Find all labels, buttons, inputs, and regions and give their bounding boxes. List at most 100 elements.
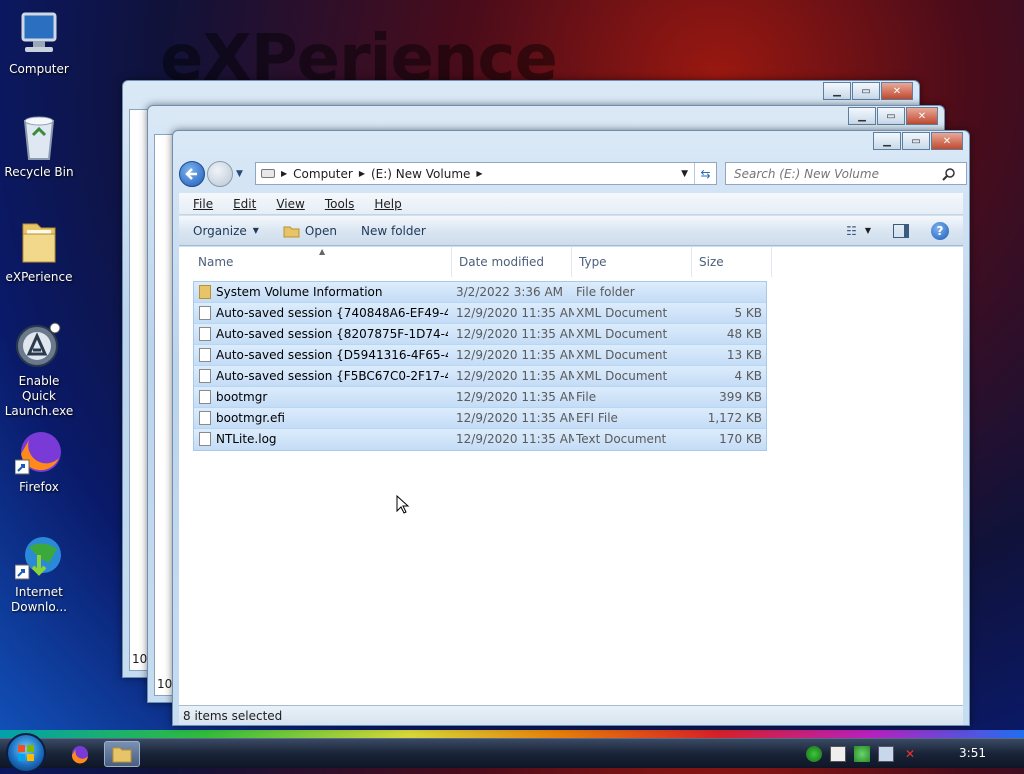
organize-label: Organize (193, 223, 247, 238)
network-globe-icon[interactable] (806, 746, 822, 762)
text-file-icon (199, 432, 211, 446)
forward-button[interactable] (207, 161, 233, 187)
desktop-icon-recycle-bin[interactable]: Recycle Bin (0, 113, 78, 180)
desktop-icon-label: Enable Quick Launch.exe (4, 374, 74, 418)
firefox-icon (71, 746, 88, 764)
views-dropdown-icon[interactable]: ▼ (865, 226, 871, 235)
shield-icon[interactable] (854, 746, 870, 762)
file-row[interactable]: Auto-saved session {D5941316-4F65-4993..… (194, 345, 766, 366)
minimize-button[interactable]: ▁ (848, 107, 876, 125)
file-icon (199, 390, 211, 404)
document-icon[interactable] (830, 746, 846, 762)
xml-file-icon (199, 369, 211, 383)
file-date: 3/2/2022 3:36 AM (456, 285, 564, 299)
column-date[interactable]: Date modified (459, 255, 544, 269)
menu-tools[interactable]: Tools (325, 197, 355, 211)
close-button[interactable]: ✕ (906, 107, 938, 125)
breadcrumb-separator-icon[interactable]: ▶ (476, 169, 482, 178)
desktop-icon-enable-quick-launch[interactable]: Enable Quick Launch.exe (0, 322, 78, 419)
file-type: File folder (576, 285, 635, 299)
column-size[interactable]: Size (699, 255, 724, 269)
desktop-icon-computer[interactable]: Computer (0, 10, 78, 77)
file-row[interactable]: Auto-saved session {F5BC67C0-2F17-49A...… (194, 366, 766, 387)
file-row[interactable]: Auto-saved session {740848A6-EF49-429E..… (194, 303, 766, 324)
minimize-button[interactable]: ▁ (823, 82, 851, 100)
chevron-down-icon: ▼ (252, 226, 259, 235)
file-icon (199, 411, 211, 425)
breadcrumb-computer[interactable]: Computer (293, 167, 353, 181)
close-button[interactable]: ✕ (931, 132, 963, 150)
file-type: File (576, 390, 597, 404)
search-box[interactable] (725, 162, 967, 185)
taskbar-explorer[interactable] (104, 741, 140, 767)
help-icon[interactable]: ? (931, 221, 949, 240)
file-row[interactable]: System Volume Information 3/2/2022 3:36 … (194, 282, 766, 303)
breadcrumb-separator-icon[interactable]: ▶ (359, 169, 365, 178)
drive-icon (261, 169, 275, 178)
file-name: Auto-saved session {D5941316-4F65-4993..… (216, 348, 448, 362)
file-name: Auto-saved session {740848A6-EF49-429E..… (216, 306, 448, 320)
taskbar-firefox[interactable] (62, 741, 98, 767)
volume-muted-icon[interactable]: ✕ (902, 746, 918, 762)
menu-help[interactable]: Help (374, 197, 401, 211)
address-dropdown-icon[interactable]: ▼ (681, 169, 688, 179)
file-type: XML Document (576, 327, 668, 341)
file-type: Text Document (576, 432, 667, 446)
file-row[interactable]: Auto-saved session {8207875F-1D74-4AC...… (194, 324, 766, 345)
views-icon[interactable]: ☷ (846, 224, 857, 238)
file-date: 12/9/2020 11:35 AM (456, 348, 574, 362)
open-button[interactable]: Open (271, 224, 349, 238)
file-rows: System Volume Information 3/2/2022 3:36 … (193, 281, 767, 451)
maximize-button[interactable]: ▭ (902, 132, 930, 150)
firefox-icon (14, 428, 63, 476)
menu-edit[interactable]: Edit (233, 197, 256, 211)
maximize-button[interactable]: ▭ (852, 82, 880, 100)
preview-pane-icon[interactable] (893, 223, 909, 238)
windows-logo-icon (18, 745, 34, 761)
start-button[interactable] (6, 733, 46, 773)
file-name: NTLite.log (216, 432, 277, 446)
status-text: 10 (157, 677, 173, 691)
column-type[interactable]: Type (579, 255, 607, 269)
file-size: 5 KB (734, 306, 762, 320)
xml-file-icon (199, 327, 211, 341)
sort-arrow-icon: ▲ (319, 247, 326, 256)
desktop-icon-firefox[interactable]: Firefox (0, 428, 78, 495)
new-folder-label: New folder (360, 223, 426, 238)
status-bar: 8 items selected (179, 705, 963, 725)
mouse-cursor-icon (396, 495, 410, 514)
file-row[interactable]: bootmgr.efi 12/9/2020 11:35 AM EFI File … (194, 408, 766, 429)
organize-button[interactable]: Organize ▼ (179, 224, 271, 238)
back-button[interactable] (179, 161, 205, 187)
folder-icon (15, 218, 63, 266)
desktop-icon-label: Firefox (19, 480, 59, 494)
search-input[interactable] (732, 165, 942, 182)
menu-file[interactable]: File (193, 197, 213, 211)
explorer-window[interactable]: ▁ ▭ ✕ ▼ ▶ Computer ▶ (E:) New Volume ▶ ▼… (172, 130, 970, 726)
status-text: 10 (132, 652, 148, 666)
breadcrumb-volume[interactable]: (E:) New Volume (371, 167, 470, 181)
column-name[interactable]: Name (198, 255, 233, 269)
file-name: bootmgr (216, 390, 268, 404)
file-date: 12/9/2020 11:35 AM (456, 306, 574, 320)
file-row[interactable]: NTLite.log 12/9/2020 11:35 AM Text Docum… (194, 429, 766, 450)
minimize-button[interactable]: ▁ (873, 132, 901, 150)
network-icon[interactable] (878, 746, 894, 762)
clock[interactable]: 3:51 (959, 746, 986, 760)
refresh-icon[interactable]: ⇆ (694, 163, 716, 184)
new-folder-button[interactable]: New folder (349, 224, 438, 238)
desktop-icon-experience[interactable]: eXPerience (0, 218, 78, 285)
file-row[interactable]: bootmgr 12/9/2020 11:35 AM File 399 KB (194, 387, 766, 408)
close-button[interactable]: ✕ (881, 82, 913, 100)
desktop-icon-internet-download[interactable]: Internet Downlo... (0, 533, 78, 615)
folder-open-icon (283, 226, 300, 237)
file-type: XML Document (576, 348, 668, 362)
file-name: bootmgr.efi (216, 411, 285, 425)
menu-bar: File Edit View Tools Help (179, 193, 963, 215)
search-icon[interactable] (942, 167, 956, 181)
address-bar[interactable]: ▶ Computer ▶ (E:) New Volume ▶ ▼ ⇆ (255, 162, 717, 185)
maximize-button[interactable]: ▭ (877, 107, 905, 125)
file-name: Auto-saved session {F5BC67C0-2F17-49A... (216, 369, 448, 383)
menu-view[interactable]: View (276, 197, 304, 211)
recent-pages-dropdown[interactable]: ▼ (236, 169, 243, 179)
